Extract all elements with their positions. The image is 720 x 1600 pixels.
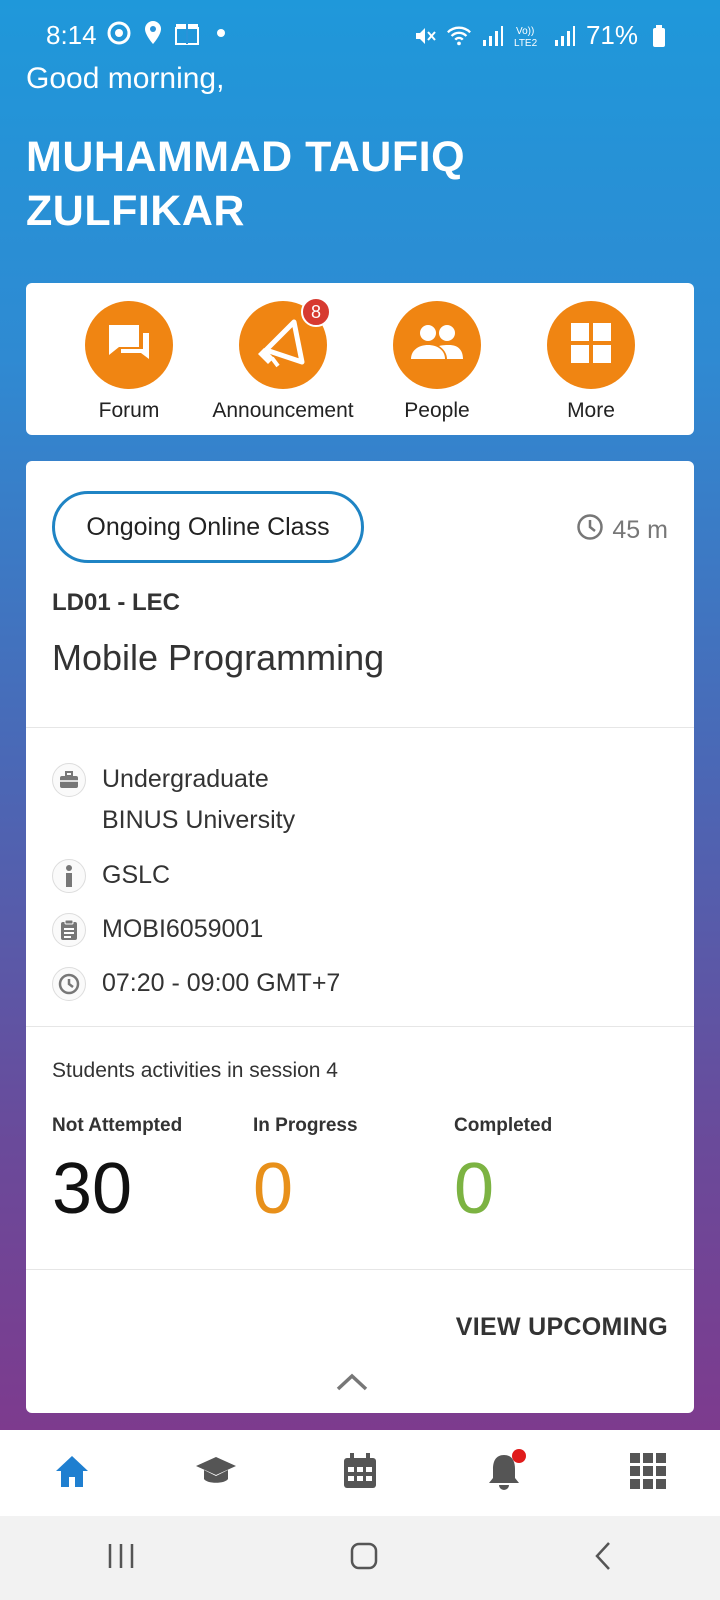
clock-icon — [52, 967, 86, 1001]
recent-apps-icon[interactable] — [106, 1542, 136, 1575]
apps-grid-icon — [630, 1452, 666, 1494]
quick-menu-more[interactable]: More — [516, 301, 666, 435]
class-card[interactable]: Ongoing Online Class 45 m LD01 - LEC Mob… — [26, 461, 694, 1413]
back-icon[interactable] — [592, 1540, 614, 1577]
program-row: Undergraduate BINUS University — [52, 763, 295, 841]
quick-menu-label: Forum — [98, 399, 160, 422]
course-code: MOBI6059001 — [102, 915, 264, 943]
chevron-up-icon[interactable] — [334, 1371, 370, 1398]
system-navigation-bar — [0, 1516, 720, 1600]
class-code: LD01 - LEC — [52, 589, 181, 616]
status-time: 8:14 — [46, 20, 97, 50]
nav-calendar[interactable] — [320, 1443, 400, 1503]
stat-value: 30 — [52, 1149, 133, 1229]
divider — [26, 1269, 694, 1270]
svg-text:Vo)): Vo)) — [516, 26, 534, 37]
target-icon — [106, 20, 132, 46]
grid-icon — [569, 321, 613, 370]
class-status-pill[interactable]: Ongoing Online Class — [52, 491, 364, 563]
graduation-cap-icon — [195, 1454, 237, 1493]
megaphone-icon — [256, 316, 310, 375]
class-type: GSLC — [102, 861, 171, 889]
stat-value: 0 — [454, 1149, 495, 1229]
greeting-text: Good morning, — [26, 62, 225, 95]
battery-percent: 71% — [585, 20, 638, 50]
quick-menu-people[interactable]: People — [362, 301, 512, 435]
duration-text: 45 m — [612, 516, 668, 544]
announcement-badge: 8 — [301, 297, 331, 327]
quick-menu-label: People — [404, 399, 470, 422]
stat-completed: Completed 0 — [454, 1115, 552, 1229]
class-duration: 45 m — [576, 513, 668, 548]
status-bar: 8:14 Vo)) LTE2 71% — [0, 0, 720, 70]
nav-apps[interactable] — [608, 1443, 688, 1503]
nav-courses[interactable] — [176, 1443, 256, 1503]
nav-home[interactable] — [32, 1443, 112, 1503]
program-level: Undergraduate — [102, 765, 269, 793]
stat-label: Not Attempted — [52, 1115, 183, 1136]
divider — [26, 1026, 694, 1027]
stat-label: In Progress — [253, 1115, 358, 1136]
notification-dot — [512, 1449, 526, 1463]
stat-label: Completed — [454, 1115, 553, 1136]
divider — [26, 727, 694, 728]
briefcase-icon — [52, 763, 86, 797]
bottom-navigation — [0, 1430, 720, 1516]
calendar-icon — [342, 1452, 378, 1495]
info-icon — [52, 859, 86, 893]
wifi-icon — [446, 23, 472, 49]
class-name: Mobile Programming — [52, 637, 385, 678]
quick-menu-forum[interactable]: Forum — [54, 301, 204, 435]
stat-value: 0 — [253, 1149, 294, 1229]
signal-icon — [480, 23, 506, 49]
quick-menu: Forum 8 Announcement People More — [26, 283, 694, 435]
signal-icon — [552, 23, 578, 49]
quick-menu-label: More — [567, 399, 615, 422]
home-icon — [53, 1453, 91, 1494]
dot-icon — [208, 20, 234, 46]
volte-icon: Vo)) LTE2 — [514, 23, 544, 49]
institution-name: BINUS University — [102, 806, 296, 834]
quick-menu-announcement[interactable]: 8 Announcement — [208, 297, 358, 435]
class-time: 07:20 - 09:00 GMT+7 — [102, 969, 341, 997]
course-code-row: MOBI6059001 — [52, 913, 263, 950]
clock-icon — [576, 513, 604, 548]
forum-icon — [105, 321, 153, 370]
user-name: MUHAMMAD TAUFIQ ZULFIKAR — [26, 133, 466, 235]
svg-text:LTE2: LTE2 — [514, 38, 538, 48]
quick-menu-label: Announcement — [212, 399, 354, 422]
clipboard-icon — [52, 913, 86, 947]
people-icon — [409, 323, 465, 368]
activities-title: Students activities in session 4 — [52, 1059, 338, 1082]
nav-notifications[interactable] — [464, 1443, 544, 1503]
stat-not-attempted: Not Attempted 30 — [52, 1115, 182, 1229]
battery-icon — [646, 23, 672, 49]
class-time-row: 07:20 - 09:00 GMT+7 — [52, 967, 340, 1004]
view-upcoming-button[interactable]: VIEW UPCOMING — [456, 1313, 668, 1342]
gift-icon — [174, 20, 200, 46]
mute-icon — [412, 23, 438, 49]
location-icon — [140, 20, 166, 46]
class-type-row: GSLC — [52, 859, 170, 896]
stat-in-progress: In Progress 0 — [253, 1115, 358, 1229]
home-button-icon[interactable] — [349, 1541, 379, 1576]
